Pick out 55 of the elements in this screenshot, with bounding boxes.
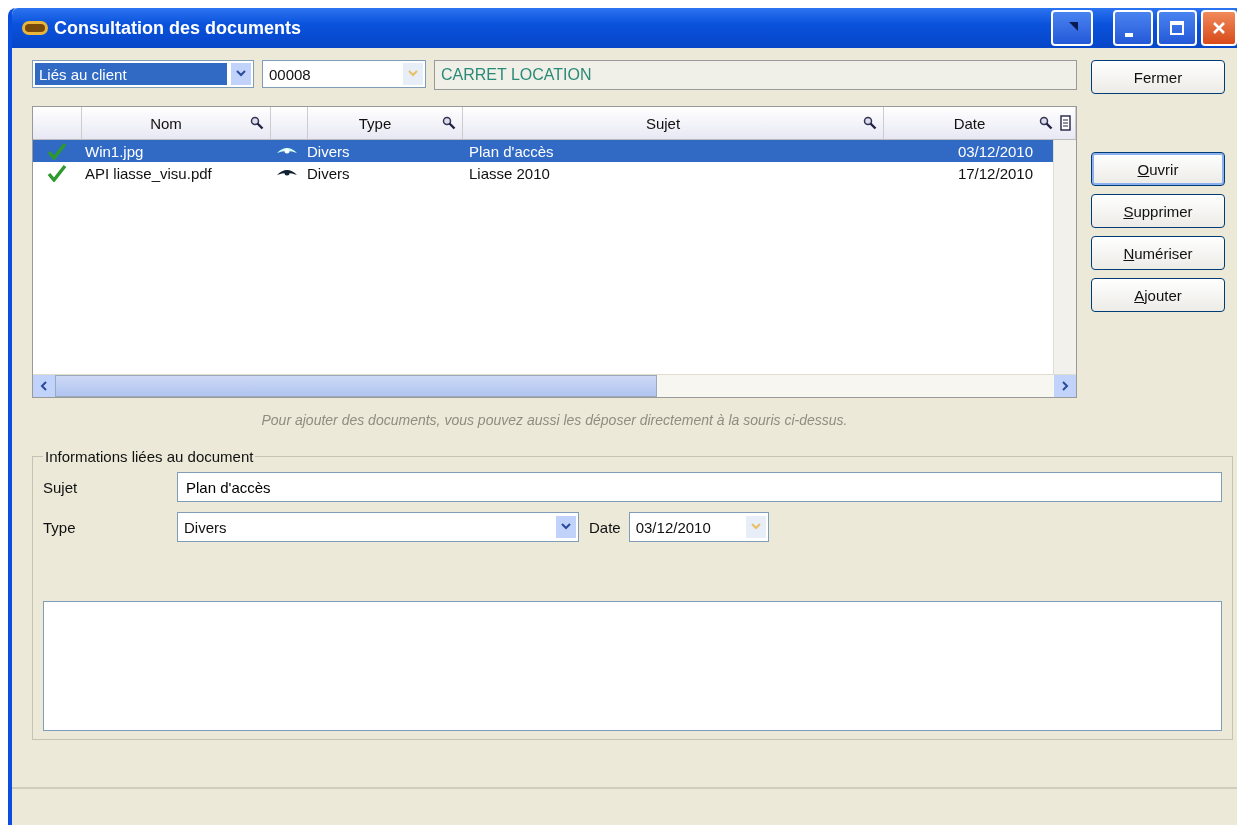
action-button[interactable]: Ajouter: [1091, 278, 1225, 312]
notes-field[interactable]: [43, 601, 1222, 731]
chevron-down-icon: [235, 69, 247, 79]
minimize-button[interactable]: [1113, 10, 1153, 46]
chevron-down-icon: [407, 69, 419, 79]
table-cell-text: Win1.jpg: [84, 142, 145, 160]
group-title: Informations liées au document: [44, 448, 255, 465]
scroll-left-icon[interactable]: [39, 381, 49, 391]
column-header[interactable]: Nom: [150, 114, 182, 132]
close-icon: [1211, 20, 1227, 36]
column-header[interactable]: Date: [953, 114, 986, 132]
field-label: Type: [43, 518, 77, 536]
table-cell-text: API liasse_visu.pdf: [84, 164, 213, 182]
close-button[interactable]: [1201, 10, 1237, 46]
action-button[interactable]: Ouvrir: [1091, 152, 1225, 186]
table-cell-text: 17/12/2010: [956, 164, 1034, 182]
chevron-down-icon: [560, 522, 572, 532]
scroll-right-icon[interactable]: [1060, 381, 1070, 391]
app-logo-icon: [22, 20, 48, 36]
table-row[interactable]: Win1.jpg Divers Plan d'accès 03/12/2010: [33, 140, 1053, 162]
filter-dropdown[interactable]: Liés au client: [32, 60, 254, 88]
horizontal-scrollbar[interactable]: [33, 374, 1076, 397]
search-icon[interactable]: [1039, 116, 1053, 130]
table-cell-text: Liasse 2010: [468, 164, 551, 182]
vertical-scrollbar[interactable]: [1053, 140, 1076, 374]
field-label: Sujet: [43, 478, 79, 496]
search-icon[interactable]: [863, 116, 877, 130]
search-icon[interactable]: [442, 116, 456, 130]
action-button[interactable]: Supprimer: [1091, 194, 1225, 228]
check-icon: [47, 142, 67, 160]
action-button[interactable]: Numériser: [1091, 236, 1225, 270]
close-window-button[interactable]: Fermer: [1091, 60, 1225, 94]
document-icon[interactable]: [1059, 115, 1071, 131]
table-cell-text: Divers: [306, 142, 351, 160]
table-cell-text: Plan d'accès: [468, 142, 555, 160]
table-row[interactable]: API liasse_visu.pdf Divers Liasse 2010 17/12/2010: [33, 162, 1053, 184]
field-label: Date: [589, 518, 621, 536]
subject-field[interactable]: Plan d'accès: [177, 472, 1222, 502]
window-title: Consultation des documents: [54, 17, 303, 39]
type-dropdown[interactable]: Divers: [177, 512, 579, 542]
client-code-dropdown[interactable]: 00008: [262, 60, 426, 88]
client-name-field: CARRET LOCATION: [434, 60, 1077, 90]
chevron-down-icon: [749, 522, 762, 532]
column-header[interactable]: Sujet: [645, 114, 681, 132]
hint-text: Pour ajouter des documents, vous pouvez aussi les déposer directement à la souris ci-dessus.: [260, 412, 849, 428]
window-menu-button[interactable]: [1051, 10, 1093, 46]
check-icon: [47, 164, 67, 182]
date-dropdown[interactable]: 03/12/2010: [628, 512, 769, 542]
maximize-icon: [1169, 20, 1185, 36]
maximize-button[interactable]: [1157, 10, 1197, 46]
table-cell-text: 03/12/2010: [956, 142, 1034, 160]
search-icon[interactable]: [250, 116, 264, 130]
column-header[interactable]: Type: [358, 114, 392, 132]
minimize-icon: [1125, 33, 1133, 37]
table-cell-text: Divers: [306, 164, 351, 182]
